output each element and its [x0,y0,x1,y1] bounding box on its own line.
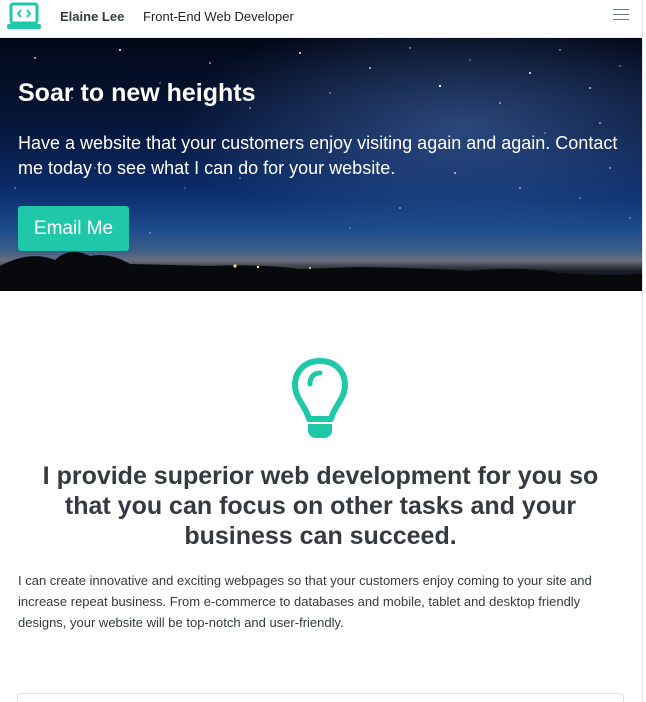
email-me-button[interactable]: Email Me [18,206,129,251]
hero-title: Soar to new heights [18,79,256,107]
brand-tagline: Front-End Web Developer [143,9,294,24]
brand-name[interactable]: Elaine Lee [60,9,124,24]
hero-text: Have a website that your customers enjoy… [18,133,618,178]
laptop-code-icon[interactable] [7,2,41,30]
feature-text: I can create innovative and exciting web… [18,573,592,630]
lightbulb-icon [292,358,348,438]
card-top-edge [17,693,624,702]
page: Elaine Lee Front-End Web Developer Soar … [0,0,643,702]
navbar: Elaine Lee Front-End Web Developer [0,0,642,38]
hamburger-menu-icon[interactable] [613,9,629,23]
feature-heading: I provide superior web development for y… [42,462,599,550]
hero-section: Soar to new heights Have a website that … [0,38,642,291]
